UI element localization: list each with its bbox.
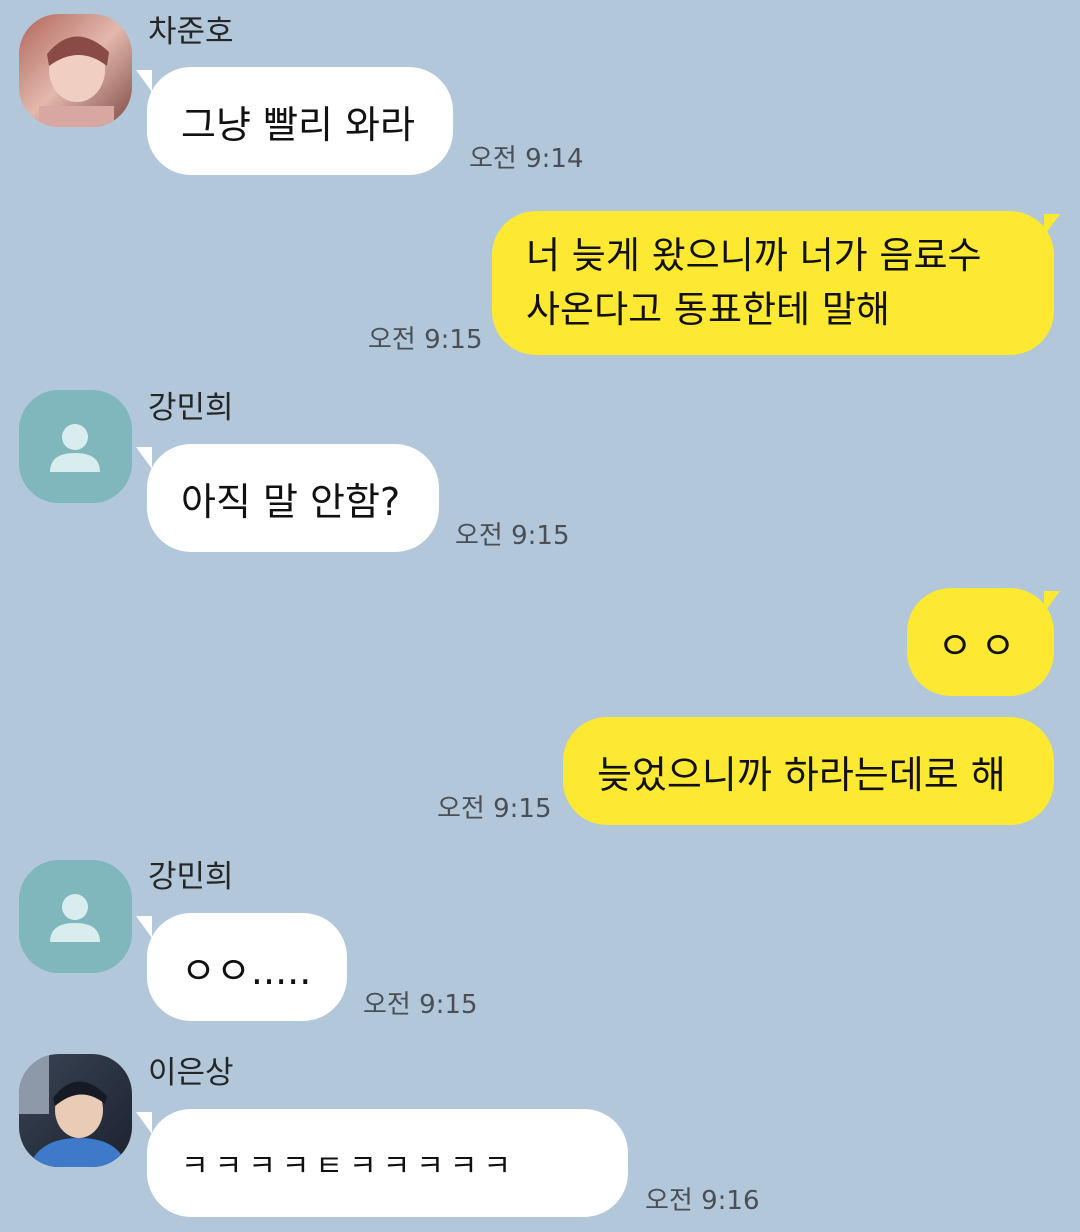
message-timestamp: 오전 9:14 [469, 144, 584, 174]
message-timestamp: 오전 9:15 [368, 325, 483, 355]
message-text: 늦었으니까 하라는데로 해 [597, 752, 1006, 797]
person-photo-icon [19, 1054, 132, 1167]
bubble-tail [136, 916, 152, 938]
bubble-tail [136, 447, 152, 469]
message-text: 그냥 빨리 와라 [181, 102, 415, 147]
message-text: ㅇㅇ [937, 623, 1024, 668]
message-bubble[interactable]: 너 늦게 왔으니까 너가 음료수 사온다고 동표한테 말해 [492, 211, 1054, 355]
message-bubble[interactable]: ㅋㅋㅋㅋㅌㅋㅋㅋㅋㅋ [147, 1109, 628, 1217]
message-timestamp: 오전 9:16 [645, 1186, 760, 1216]
bubble-tail [136, 1112, 152, 1134]
message-bubble[interactable]: 늦었으니까 하라는데로 해 [563, 717, 1054, 825]
sender-avatar-kangminhee[interactable] [19, 390, 132, 503]
message-timestamp: 오전 9:15 [437, 794, 552, 824]
message-text: 너 늦게 왔으니까 너가 음료수 사온다고 동표한테 말해 [526, 234, 982, 331]
default-person-icon [19, 390, 132, 503]
bubble-tail [136, 70, 152, 92]
message-timestamp: 오전 9:15 [455, 521, 570, 551]
message-text: ㅋㅋㅋㅋㅌㅋㅋㅋㅋㅋ [181, 1149, 517, 1184]
sender-avatar-chajunho[interactable] [19, 14, 132, 127]
sender-name: 강민희 [148, 390, 234, 426]
sender-avatar-kangminhee[interactable] [19, 860, 132, 973]
message-bubble[interactable]: 아직 말 안함? [147, 444, 439, 552]
message-bubble[interactable]: ㅇㅇ [907, 588, 1054, 696]
sender-name: 차준호 [148, 14, 234, 50]
sender-avatar-leeeunsang[interactable] [19, 1054, 132, 1167]
default-person-icon [19, 860, 132, 973]
person-photo-icon [19, 14, 132, 127]
message-text: ㅇㅇ..... [181, 948, 312, 993]
sender-name: 이은상 [148, 1055, 234, 1091]
message-timestamp: 오전 9:15 [363, 990, 478, 1020]
message-bubble[interactable]: ㅇㅇ..... [147, 913, 347, 1021]
message-bubble[interactable]: 그냥 빨리 와라 [147, 67, 453, 175]
sender-name: 강민희 [148, 859, 234, 895]
message-text: 아직 말 안함? [181, 479, 401, 524]
